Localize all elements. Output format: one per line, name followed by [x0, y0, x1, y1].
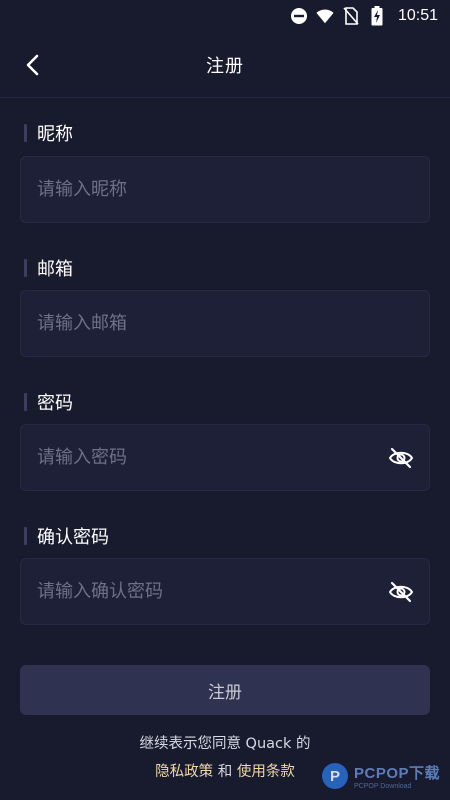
page-title: 注册	[206, 55, 244, 77]
label-accent-bar	[24, 259, 27, 277]
confirm-password-field[interactable]	[20, 558, 430, 625]
watermark-brand: PCPOP下载	[353, 765, 440, 782]
confirm-password-visibility-toggle[interactable]	[387, 578, 415, 606]
watermark-sub: PCPOP Download	[353, 783, 412, 790]
confirm-password-label-text: 确认密码	[37, 527, 109, 548]
do-not-disturb-icon	[290, 7, 308, 25]
password-visibility-toggle[interactable]	[387, 444, 415, 472]
eye-off-icon	[388, 447, 414, 468]
label-accent-bar	[24, 124, 27, 142]
confirm-password-input[interactable]	[37, 581, 387, 602]
back-button[interactable]	[18, 50, 48, 80]
status-time: 10:51	[397, 7, 438, 24]
label-accent-bar	[24, 527, 27, 545]
nickname-label: 昵称	[24, 121, 73, 145]
status-bar: 10:51	[0, 0, 450, 32]
no-sim-icon	[342, 7, 360, 25]
terms-of-use-link[interactable]: 使用条款	[237, 764, 295, 780]
nickname-field[interactable]	[20, 156, 430, 223]
chevron-left-icon	[26, 54, 39, 76]
email-field[interactable]	[20, 290, 430, 357]
pcpop-watermark: P PCPOP下载 PCPOP Download	[321, 762, 440, 790]
confirm-password-label: 确认密码	[24, 524, 109, 548]
password-field[interactable]	[20, 424, 430, 491]
nickname-label-text: 昵称	[37, 124, 73, 145]
nickname-input[interactable]	[37, 179, 415, 200]
label-accent-bar	[24, 393, 27, 411]
pcpop-logo-icon: P	[321, 763, 348, 789]
agreement-and: 和	[217, 764, 233, 780]
email-label-text: 邮箱	[37, 259, 73, 280]
password-label: 密码	[24, 390, 73, 414]
eye-off-icon	[388, 581, 414, 602]
battery-charging-icon	[368, 6, 386, 26]
password-label-text: 密码	[37, 393, 73, 414]
wifi-icon	[316, 7, 334, 25]
email-input[interactable]	[37, 313, 415, 334]
password-input[interactable]	[37, 447, 387, 468]
nav-bar: 注册	[0, 32, 450, 98]
privacy-policy-link[interactable]: 隐私政策	[155, 764, 213, 780]
email-label: 邮箱	[24, 256, 73, 280]
register-button[interactable]: 注册	[20, 665, 430, 715]
agreement-text: 继续表示您同意 Quack 的	[139, 736, 311, 752]
watermark-text: PCPOP下载 PCPOP Download	[354, 762, 440, 790]
